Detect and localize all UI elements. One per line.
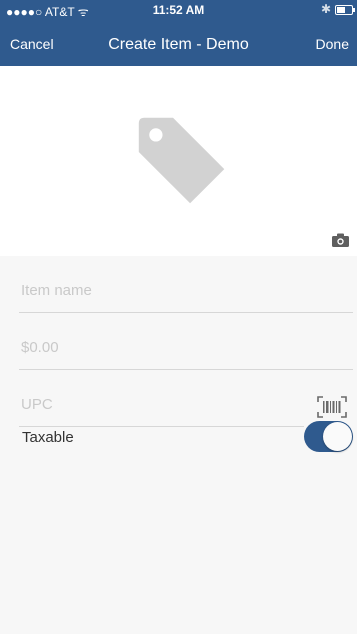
bluetooth-icon: ✱ bbox=[320, 2, 331, 16]
taxable-toggle[interactable] bbox=[304, 421, 353, 452]
barcode-scan-icon[interactable] bbox=[317, 395, 347, 419]
item-name-input[interactable] bbox=[19, 281, 357, 300]
taxable-label: Taxable bbox=[22, 429, 74, 446]
price-input[interactable] bbox=[19, 338, 357, 357]
navigation-header: ●●●●○ AT&T ᯤ 11:52 AM ✱ Cancel Create It… bbox=[0, 0, 357, 66]
camera-icon[interactable] bbox=[332, 233, 349, 247]
done-button[interactable]: Done bbox=[316, 36, 349, 52]
battery-icon bbox=[335, 5, 355, 15]
price-tag-icon bbox=[138, 117, 225, 204]
item-name-field bbox=[19, 256, 357, 313]
status-time: 11:52 AM bbox=[152, 3, 205, 17]
status-bar: ●●●●○ AT&T ᯤ 11:52 AM ✱ bbox=[0, 0, 357, 20]
upc-field bbox=[19, 370, 308, 427]
upc-input[interactable] bbox=[19, 395, 308, 414]
item-image-area[interactable] bbox=[0, 66, 357, 256]
toggle-knob[interactable] bbox=[323, 422, 352, 451]
price-field bbox=[19, 313, 357, 370]
page-title: Create Item - Demo bbox=[108, 36, 249, 53]
